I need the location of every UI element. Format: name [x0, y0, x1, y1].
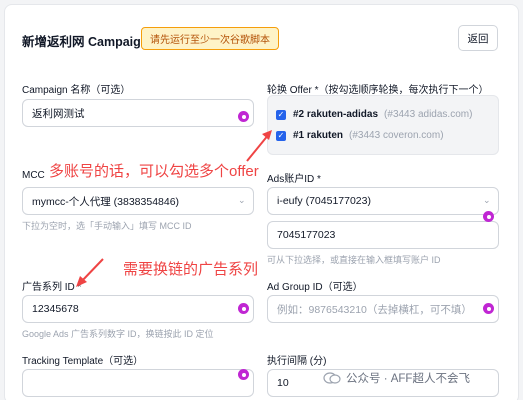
offer-item[interactable]: ✓ #1 rakuten (#3443 coveron.com) — [276, 130, 444, 141]
page-title: 新增返利网 Campaign — [22, 35, 149, 49]
checkbox-checked-icon[interactable]: ✓ — [276, 109, 286, 120]
rotation-label: 轮换 Offer *（按勾选顺序轮换，每次执行下一个） — [267, 85, 489, 96]
interval-value: 10 — [277, 377, 289, 389]
campaign-name-label: Campaign 名称（可选） — [22, 85, 131, 96]
offer-name: #1 rakuten — [293, 130, 344, 141]
back-button[interactable]: 返回 — [458, 25, 498, 51]
watermark-text: 公众号 · AFF超人不会飞 — [346, 373, 470, 385]
offer-name: #2 rakuten-adidas — [293, 109, 379, 120]
offer-sub: (#3443 coveron.com) — [349, 130, 444, 141]
annotation-arrow-icon — [246, 130, 272, 162]
mcc-select[interactable]: mymcc-个人代理 (3838354846) — [22, 187, 254, 215]
offer-list: ✓ #2 rakuten-adidas (#3443 adidas.com) ✓… — [267, 95, 499, 155]
ads-account-label: Ads账户ID * — [267, 174, 321, 185]
watermark: 公众号 · AFF超人不会飞 — [323, 370, 470, 386]
grammarly-icon[interactable] — [238, 369, 249, 380]
ads-account-value: i-eufy (7045177023) — [277, 195, 371, 207]
warning-badge: 请先运行至少一次谷歌脚本 — [141, 27, 279, 50]
ad-group-label: Ad Group ID（可选） — [267, 282, 363, 293]
interval-label: 执行间隔 (分) — [267, 356, 327, 367]
ads-account-hint: 可从下拉选择，或直接在输入框填写账户 ID — [267, 255, 441, 265]
chevron-down-icon[interactable]: ⌄ — [238, 195, 246, 206]
ads-account-manual-value: 7045177023 — [277, 229, 336, 241]
tracking-label: Tracking Template（可选） — [22, 356, 144, 367]
grammarly-icon[interactable] — [483, 211, 494, 222]
campaign-id-value: 12345678 — [32, 303, 79, 315]
ads-account-input[interactable]: 7045177023 — [267, 221, 499, 249]
ads-account-select[interactable]: i-eufy (7045177023) — [267, 187, 499, 215]
checkbox-checked-icon[interactable]: ✓ — [276, 130, 286, 141]
wechat-icon — [323, 372, 341, 384]
annotation-arrow-icon — [76, 258, 104, 287]
chevron-down-icon[interactable]: ⌄ — [483, 195, 491, 206]
annotation-relink: 需要换链的广告系列 — [123, 261, 259, 278]
campaign-name-input[interactable]: 返利网测试 — [22, 99, 254, 127]
campaign-id-input[interactable]: 12345678 — [22, 295, 254, 323]
mcc-hint: 下拉为空时，选「手动输入」填写 MCC ID — [22, 221, 192, 231]
ad-group-placeholder: 例如：9876543210（去掉横杠，可不填） — [277, 303, 472, 316]
offer-item[interactable]: ✓ #2 rakuten-adidas (#3443 adidas.com) — [276, 109, 472, 120]
ad-group-input[interactable]: 例如：9876543210（去掉横杠，可不填） — [267, 295, 499, 323]
campaign-name-value: 返利网测试 — [32, 107, 85, 120]
annotation-multi-account: 多账号的话，可以勾选多个offer — [49, 163, 259, 180]
grammarly-icon[interactable] — [238, 303, 249, 314]
grammarly-icon[interactable] — [483, 303, 494, 314]
offer-sub: (#3443 adidas.com) — [384, 109, 473, 120]
mcc-value: mymcc-个人代理 (3838354846) — [32, 195, 180, 208]
grammarly-icon[interactable] — [238, 111, 249, 122]
tracking-input[interactable] — [22, 369, 254, 397]
mcc-label: MCC — [22, 170, 45, 181]
campaign-id-hint: Google Ads 广告系列数字 ID，换链按此 ID 定位 — [22, 329, 214, 339]
